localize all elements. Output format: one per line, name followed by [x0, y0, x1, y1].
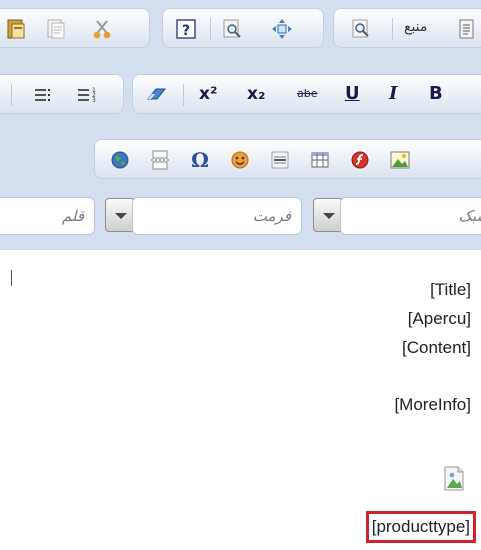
svg-text:?: ? — [182, 23, 190, 39]
image-icon[interactable] — [387, 147, 413, 173]
iframe-globe-icon[interactable] — [107, 147, 133, 173]
document-group: منبع — [333, 8, 481, 48]
producttype-placeholder: [producttype] — [365, 511, 476, 543]
font-combo[interactable]: قلم — [0, 197, 95, 235]
numbered-list-icon[interactable]: 123 — [73, 82, 99, 108]
font-placeholder: قلم — [61, 207, 84, 225]
table-icon[interactable] — [307, 147, 333, 173]
apercu-placeholder: [Apercu] — [407, 309, 471, 328]
editor-toolbar: ? منبع 123 x² x₂ abe U I B Ω قلم فرمت بک — [0, 0, 481, 250]
eraser-icon[interactable] — [143, 82, 169, 108]
cut-icon[interactable] — [89, 16, 115, 42]
moreinfo-placeholder: [MoreInfo] — [394, 395, 471, 414]
cursor-mark — [11, 270, 12, 286]
find-replace-icon[interactable] — [219, 16, 245, 42]
superscript-button[interactable]: x² — [199, 84, 217, 104]
maximize-icon[interactable] — [269, 16, 295, 42]
format-placeholder: فرمت — [252, 207, 291, 225]
title-placeholder: [Title] — [430, 280, 471, 299]
insert-group: Ω — [94, 139, 481, 179]
help-icon[interactable]: ? — [173, 16, 199, 42]
style-combo[interactable]: سبک — [340, 197, 481, 235]
broken-image-icon[interactable] — [443, 466, 465, 491]
clipboard-group — [0, 8, 150, 48]
paste-from-word-icon[interactable] — [3, 16, 29, 42]
separator — [11, 84, 12, 106]
separator — [392, 18, 393, 40]
smiley-icon[interactable] — [227, 147, 253, 173]
svg-text:Ω: Ω — [191, 149, 209, 171]
style-placeholder: سبک — [458, 207, 481, 225]
special-char-omega-icon[interactable]: Ω — [187, 147, 213, 173]
separator — [183, 84, 184, 106]
bold-button[interactable]: B — [429, 83, 443, 104]
preview-icon[interactable] — [348, 16, 374, 42]
list-group: 123 — [0, 74, 124, 114]
underline-button[interactable]: U — [345, 83, 360, 104]
style-dropdown-arrow[interactable] — [313, 198, 343, 232]
strikethrough-button[interactable]: abe — [297, 87, 318, 100]
format-dropdown-arrow[interactable] — [105, 198, 135, 232]
page-break-icon[interactable] — [147, 147, 173, 173]
tools-group: ? — [162, 8, 324, 48]
paste-text-icon[interactable] — [43, 16, 69, 42]
italic-button[interactable]: I — [389, 83, 397, 104]
subscript-button[interactable]: x₂ — [247, 84, 265, 104]
source-icon[interactable] — [454, 16, 480, 42]
content-placeholder: [Content] — [402, 338, 471, 357]
source-label[interactable]: منبع — [404, 19, 427, 35]
bulleted-list-icon[interactable] — [29, 82, 55, 108]
flash-icon[interactable] — [347, 147, 373, 173]
svg-text:3: 3 — [92, 97, 96, 104]
horizontal-rule-icon[interactable] — [267, 147, 293, 173]
basic-styles-group: x² x₂ abe U I B — [132, 74, 481, 114]
format-combo[interactable]: فرمت — [132, 197, 302, 235]
separator — [210, 18, 211, 40]
